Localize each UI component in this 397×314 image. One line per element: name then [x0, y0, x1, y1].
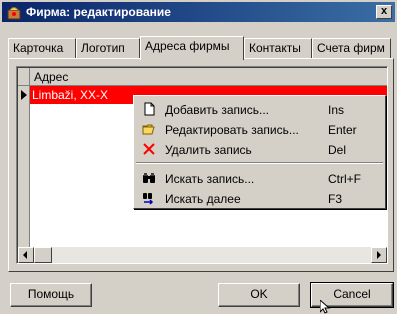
menu-item-shortcut: Ctrl+F [328, 172, 361, 186]
app-icon [7, 7, 21, 20]
tab-label: Логотип [81, 41, 125, 55]
help-button[interactable]: Помощь [10, 283, 92, 307]
menu-item-shortcut: Del [328, 143, 347, 157]
tab-label: Карточка [13, 41, 64, 55]
menu-item-shortcut: Enter [328, 123, 357, 137]
menu-item-label: Искать запись... [165, 172, 255, 186]
menu-item-shortcut: Ins [328, 103, 345, 117]
tab-logo[interactable]: Логотип [76, 38, 140, 58]
menu-item-find[interactable]: Искать запись... Ctrl+F [134, 168, 385, 188]
menu-item-delete[interactable]: Удалить запись Del [134, 139, 385, 159]
menu-item-label: Добавить запись... [165, 103, 269, 117]
address-cell[interactable]: Limbaži, XX-X [32, 88, 108, 102]
menu-item-label: Редактировать запись... [165, 123, 299, 137]
grid-corner [18, 68, 30, 86]
delete-record-icon [143, 143, 155, 155]
window-title: Фирма: редактирование [26, 5, 171, 19]
menu-item-find-next[interactable]: Искать далее F3 [134, 188, 385, 208]
title-bar[interactable]: Фирма: редактирование x [2, 2, 395, 22]
scroll-thumb[interactable] [34, 247, 52, 263]
context-menu: Добавить запись... Ins Редактировать зап… [133, 95, 386, 209]
menu-item-add[interactable]: Добавить запись... Ins [134, 99, 385, 119]
menu-item-edit[interactable]: Редактировать запись... Enter [134, 119, 385, 139]
tab-card[interactable]: Карточка [8, 38, 76, 58]
menu-separator [136, 162, 383, 164]
find-next-icon [143, 193, 154, 205]
new-record-icon [144, 102, 155, 116]
horizontal-scrollbar[interactable] [18, 247, 387, 263]
column-header-address[interactable]: Адрес [30, 68, 387, 86]
tab-label: Адреса фирмы [145, 39, 230, 53]
arrow-right-icon [377, 251, 381, 259]
edit-record-icon [142, 124, 155, 135]
tab-contacts[interactable]: Контакты [244, 38, 312, 58]
menu-item-label: Искать далее [165, 192, 241, 206]
scroll-left-button[interactable] [18, 247, 34, 263]
ok-button[interactable]: OK [218, 283, 300, 307]
arrow-left-icon [23, 251, 27, 259]
close-icon: x [380, 5, 388, 17]
close-button[interactable]: x [376, 5, 392, 19]
mouse-cursor-icon [320, 300, 331, 314]
tab-label: Счета фирм [317, 41, 385, 55]
menu-item-label: Удалить запись [165, 143, 252, 157]
tab-accounts[interactable]: Счета фирм [312, 38, 391, 58]
tab-addresses[interactable]: Адреса фирмы [140, 36, 244, 60]
scroll-right-button[interactable] [371, 247, 387, 263]
binoculars-icon [143, 173, 155, 183]
menu-item-shortcut: F3 [328, 192, 343, 206]
current-row-pointer-icon [21, 90, 27, 100]
row-indicator-column [18, 86, 30, 247]
tab-label: Контакты [249, 41, 301, 55]
dialog-window: Фирма: редактирование x Карточка Логотип… [0, 0, 397, 314]
